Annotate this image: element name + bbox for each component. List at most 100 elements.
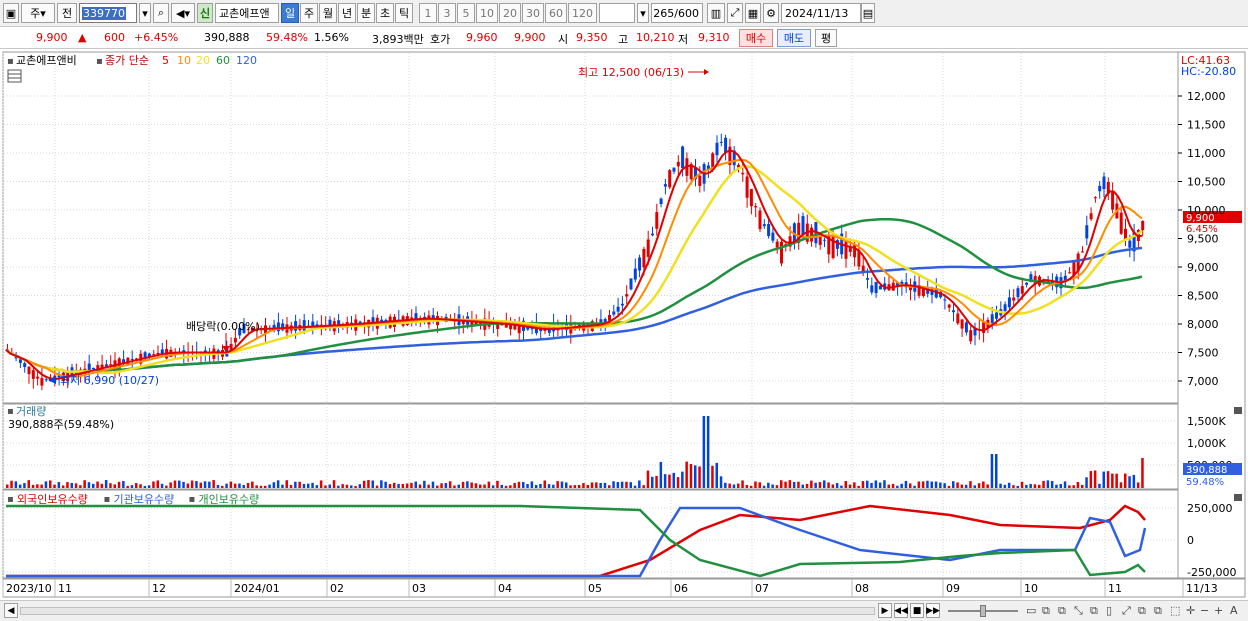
avg-button[interactable]: 평 xyxy=(815,29,837,47)
volume-bar xyxy=(405,483,409,488)
grid-icon[interactable]: ▦ xyxy=(745,3,761,23)
volume-bar xyxy=(182,481,185,488)
volume-bar xyxy=(272,482,276,488)
zoom-in-icon[interactable]: + xyxy=(1214,604,1223,617)
volume-bar xyxy=(814,482,817,488)
interval-tab-10[interactable]: 10 xyxy=(476,3,498,23)
zoom-slider-thumb[interactable] xyxy=(980,605,986,617)
candle-type-icon[interactable]: ▥ xyxy=(707,3,725,23)
volume-bar xyxy=(160,483,164,488)
market-select[interactable]: 주 ▾ xyxy=(21,3,55,23)
interval-tab-120[interactable]: 120 xyxy=(568,3,597,23)
speaker-icon[interactable]: ◀▾ xyxy=(171,3,195,23)
search-icon[interactable]: ⌕ xyxy=(153,3,169,23)
copy-icon[interactable]: ⧉ xyxy=(1058,604,1066,618)
interval-tab-30[interactable]: 30 xyxy=(522,3,544,23)
candle-body xyxy=(861,265,865,272)
price-axis-label: 12,000 xyxy=(1187,90,1226,103)
volume-bar xyxy=(552,484,555,488)
prev-label: 전 xyxy=(61,7,73,20)
period-tab-1[interactable]: 주 xyxy=(300,3,318,23)
chart-menu-icon[interactable]: ▣ xyxy=(3,3,19,23)
zoom-out-icon[interactable]: − xyxy=(1200,604,1209,617)
volume-bar xyxy=(57,482,61,488)
stop-icon[interactable]: ■ xyxy=(910,603,924,618)
volume-bar xyxy=(939,482,942,488)
candle-body xyxy=(23,363,27,367)
draw-tool-icon[interactable]: ⤢ xyxy=(727,3,743,23)
window-icon[interactable]: ▭ xyxy=(1026,604,1036,617)
stock-code-input[interactable]: 339770 xyxy=(79,3,137,23)
candle-body xyxy=(659,198,663,205)
sell-button[interactable]: 매도 xyxy=(777,29,811,47)
stock-name-field[interactable]: 교촌에프앤 xyxy=(215,3,279,23)
volume-bar xyxy=(1081,484,1084,488)
volume-panel-close-icon[interactable] xyxy=(1234,407,1242,414)
volume-bar xyxy=(1085,477,1088,488)
interval-tab-60[interactable]: 60 xyxy=(545,3,567,23)
holdings-panel[interactable] xyxy=(2,489,1179,579)
period-tab-0[interactable]: 일 xyxy=(281,3,299,23)
volume-bar xyxy=(1012,485,1015,488)
rewind-icon[interactable]: ◀◀ xyxy=(894,603,908,618)
count-input[interactable]: 265/600 xyxy=(651,3,703,23)
volume-bar xyxy=(1089,471,1093,488)
compare-icon[interactable]: ⧉ xyxy=(1090,604,1098,618)
settings-gear-icon[interactable]: ⚙ xyxy=(763,3,779,23)
calendar-icon[interactable]: ▤ xyxy=(861,3,875,23)
candle-body xyxy=(990,314,994,323)
font-size-icon[interactable]: A xyxy=(1230,604,1238,617)
candle-body xyxy=(758,210,762,230)
interval-tab-1[interactable]: 1 xyxy=(419,3,437,23)
interval-tab-3[interactable]: 3 xyxy=(438,3,456,23)
table-toggle-icon[interactable] xyxy=(7,69,22,83)
candle-body xyxy=(603,318,607,322)
high-price: 10,210 xyxy=(636,31,675,44)
interval-dropdown-icon[interactable]: ▾ xyxy=(637,3,649,23)
resize-icon[interactable]: ⤡ xyxy=(1074,604,1083,618)
volume-bar xyxy=(337,485,340,488)
split-window-icon[interactable]: ⧉ xyxy=(1042,604,1050,618)
period-tab-5[interactable]: 초 xyxy=(376,3,394,23)
pin-icon[interactable]: ⧉ xyxy=(1154,604,1162,618)
scroll-left-icon[interactable]: ◀ xyxy=(4,603,18,618)
period-tab-2[interactable]: 월 xyxy=(319,3,337,23)
volume-bar xyxy=(268,484,271,488)
volume-bar xyxy=(6,484,9,488)
crosshair-icon[interactable]: ✛ xyxy=(1186,604,1195,617)
up-arrow-icon: ▲ xyxy=(78,31,87,44)
date-input[interactable]: 2024/11/13 xyxy=(781,3,861,23)
volume-bar xyxy=(724,482,727,488)
date-axis-label: 09 xyxy=(946,582,960,595)
forward-icon[interactable]: ▶▶ xyxy=(926,603,940,618)
interval-tab-20[interactable]: 20 xyxy=(499,3,521,23)
code-dropdown-icon[interactable]: ▾ xyxy=(139,3,151,23)
volume-bar xyxy=(225,483,228,488)
volume-bar xyxy=(491,485,495,488)
chart-scrollbar[interactable] xyxy=(20,607,875,615)
period-tab-4[interactable]: 분 xyxy=(357,3,375,23)
interval-tab-5[interactable]: 5 xyxy=(457,3,475,23)
candle-body xyxy=(771,232,775,241)
stock-chart[interactable]: ▪ 교촌에프앤비 ▪ 종가 단순 5 10 20 60 120 LC:41.63 HC:… xyxy=(0,50,1248,605)
price-axis-label: 10,000 xyxy=(1187,204,1226,217)
candle-body xyxy=(870,285,874,293)
holdings-panel-close-icon[interactable] xyxy=(1234,494,1242,501)
chart-type-icon[interactable]: ⬚ xyxy=(1170,604,1180,617)
link-icon[interactable]: ⧉ xyxy=(1138,604,1146,618)
expand-icon[interactable]: ⤢ xyxy=(1122,604,1131,618)
volume-bar xyxy=(534,484,538,488)
date-axis-label: 05 xyxy=(588,582,602,595)
volume-bar xyxy=(625,481,628,488)
layout-icon[interactable]: ▯ xyxy=(1106,604,1112,617)
volume-bar xyxy=(212,480,215,488)
buy-button[interactable]: 매수 xyxy=(739,29,773,47)
volume-panel[interactable] xyxy=(2,403,1179,490)
scroll-right-icon[interactable]: ▶ xyxy=(878,603,892,618)
period-tab-3[interactable]: 년 xyxy=(338,3,356,23)
prev-button[interactable]: 전 xyxy=(57,3,77,23)
interval-custom-input[interactable] xyxy=(599,3,635,23)
period-tab-6[interactable]: 틱 xyxy=(395,3,413,23)
candle-body xyxy=(801,216,805,236)
volume-bar xyxy=(195,481,198,488)
